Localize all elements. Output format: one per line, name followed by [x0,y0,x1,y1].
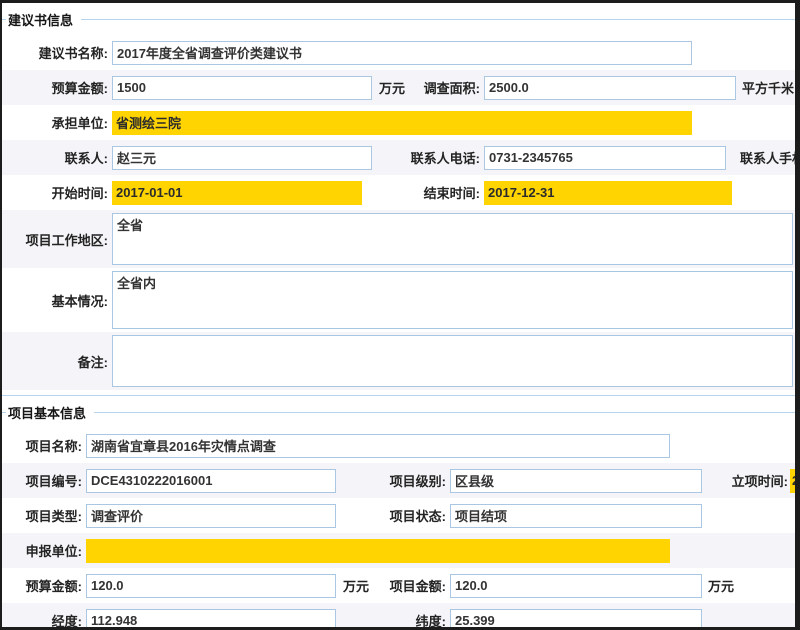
project-code-label: 项目编号: [2,471,82,490]
project-type-input[interactable] [86,504,336,528]
basic-info-label: 基本情况: [2,291,108,310]
project-code-input[interactable] [86,469,336,493]
proposal-budget-input[interactable] [112,76,372,100]
longitude-label: 经度: [2,611,82,630]
start-date-label: 开始时间: [2,183,108,202]
proposal-budget-unit: 万元 [379,78,405,97]
project-info-section: 项目基本信息 项目名称: 项目编号: 项目级别: 立项时间: 2 项目类型: 项… [2,403,800,630]
project-info-title: 项目基本信息 [6,403,94,422]
project-budget-input[interactable] [86,574,336,598]
project-name-input[interactable] [86,434,670,458]
form-row-project-code: 项目编号: 项目级别: 立项时间: 2 [2,463,800,498]
form-row-coordinates: 经度: 纬度: [2,603,800,630]
basic-info-textarea[interactable]: 全省内 [112,271,793,329]
latitude-input[interactable] [450,609,702,630]
project-level-label: 项目级别: [390,471,446,490]
longitude-input[interactable] [86,609,336,630]
form-row-remark: 备注: [2,332,800,390]
form-row-declare-org: 申报单位: [2,533,800,568]
contact-phone-input[interactable] [484,146,726,170]
latitude-label: 纬度: [416,611,446,630]
form-row-proposal-name: 建议书名称: [2,35,800,70]
end-date-field[interactable]: 2017-12-31 [484,181,732,205]
work-region-textarea[interactable]: 全省 [112,213,793,265]
project-status-label: 项目状态: [390,506,446,525]
form-row-undertaking-org: 承担单位: 省测绘三院 [2,105,800,140]
project-budget-unit: 万元 [343,576,369,595]
remark-textarea[interactable] [112,335,793,387]
approval-time-field[interactable]: 2 [790,469,800,493]
proposal-info-section: 建议书信息 建议书名称: 预算金额: 万元 调查面积: 平方千米 承担单位: 省… [2,10,800,396]
project-level-input[interactable] [450,469,702,493]
project-amount-unit: 万元 [708,576,734,595]
survey-area-label: 调查面积: [424,78,480,97]
survey-area-unit: 平方千米 [742,78,794,97]
work-region-label: 项目工作地区: [2,230,108,249]
project-type-label: 项目类型: [2,506,82,525]
form-row-project-budget: 预算金额: 万元 项目金额: 万元 [2,568,800,603]
proposal-form-window: 建议书信息 建议书名称: 预算金额: 万元 调查面积: 平方千米 承担单位: 省… [0,0,800,630]
form-row-basic-info: 基本情况: 全省内 [2,268,800,332]
contact-input[interactable] [112,146,372,170]
contact-phone-label: 联系人电话: [411,148,480,167]
undertaking-org-field[interactable]: 省测绘三院 [112,111,692,135]
form-row-project-type: 项目类型: 项目状态: [2,498,800,533]
project-amount-label: 项目金额: [390,576,446,595]
approval-time-label: 立项时间: [706,471,788,490]
proposal-info-title: 建议书信息 [6,10,81,29]
form-row-proposal-budget: 预算金额: 万元 调查面积: 平方千米 [2,70,800,105]
form-row-contact: 联系人: 联系人电话: 联系人手机: [2,140,800,175]
proposal-name-label: 建议书名称: [2,43,108,62]
declare-org-field[interactable] [86,539,670,563]
survey-area-input[interactable] [484,76,736,100]
form-row-dates: 开始时间: 2017-01-01 结束时间: 2017-12-31 [2,175,800,210]
contact-label: 联系人: [2,148,108,167]
form-row-project-name: 项目名称: [2,428,800,463]
project-status-input[interactable] [450,504,702,528]
end-date-label: 结束时间: [424,183,480,202]
form-row-work-region: 项目工作地区: 全省 [2,210,800,268]
start-date-field[interactable]: 2017-01-01 [112,181,362,205]
project-amount-input[interactable] [450,574,702,598]
project-budget-label: 预算金额: [2,576,82,595]
project-name-label: 项目名称: [2,436,82,455]
undertaking-org-label: 承担单位: [2,113,108,132]
contact-mobile-label: 联系人手机: [740,148,800,167]
proposal-name-input[interactable] [112,41,692,65]
declare-org-label: 申报单位: [2,541,82,560]
remark-label: 备注: [2,352,108,371]
proposal-budget-label: 预算金额: [2,78,108,97]
